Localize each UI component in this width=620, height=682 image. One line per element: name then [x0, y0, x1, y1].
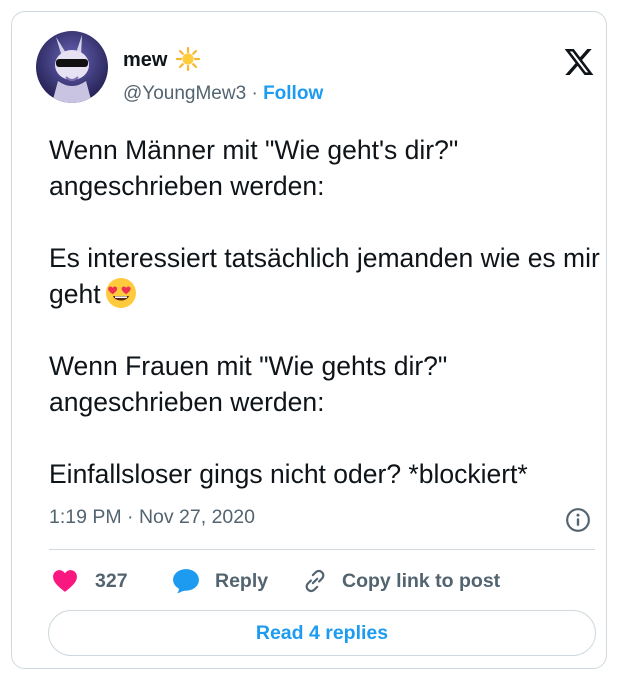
divider — [49, 549, 595, 550]
reply-button[interactable]: Reply — [172, 567, 268, 595]
handle-row: @YoungMew3 · Follow — [123, 83, 323, 105]
tweet-paragraph: Es interessiert tatsächlich jemanden wie… — [49, 240, 609, 312]
link-icon — [305, 569, 325, 593]
author-handle[interactable]: @YoungMew3 — [123, 83, 246, 104]
avatar[interactable] — [36, 31, 108, 103]
like-button[interactable]: 327 — [52, 567, 128, 595]
separator-dot: · — [251, 83, 258, 104]
heart-eyes-emoji-icon — [105, 278, 136, 308]
reply-label: Reply — [215, 569, 269, 592]
reply-bubble-icon — [173, 569, 199, 594]
copy-link-button[interactable]: Copy link to post — [302, 567, 500, 595]
like-count: 327 — [95, 569, 128, 592]
copy-link-label: Copy link to post — [342, 569, 501, 592]
heart-icon — [53, 570, 77, 592]
tweet-card: mew @YoungMew3 · Follow Wenn Männer mit … — [11, 11, 607, 669]
x-logo-icon[interactable] — [563, 46, 595, 78]
tweet-paragraph: Einfallsloser gings nicht oder? *blockie… — [49, 459, 528, 489]
tweet-paragraph: Wenn Frauen mit "Wie gehts dir?" angesch… — [49, 351, 448, 417]
tweet-paragraph: Wenn Männer mit "Wie geht's dir?" angesc… — [49, 135, 459, 201]
sun-emoji-icon — [176, 47, 200, 71]
avatar-image — [36, 31, 108, 103]
read-replies-button[interactable]: Read 4 replies — [48, 610, 596, 656]
info-icon[interactable] — [565, 507, 591, 533]
timestamp[interactable]: 1:19 PM · Nov 27, 2020 — [49, 506, 255, 529]
follow-button[interactable]: Follow — [263, 83, 323, 104]
author-name[interactable]: mew — [123, 49, 167, 72]
tweet-text: Wenn Männer mit "Wie geht's dir?" angesc… — [49, 132, 609, 492]
